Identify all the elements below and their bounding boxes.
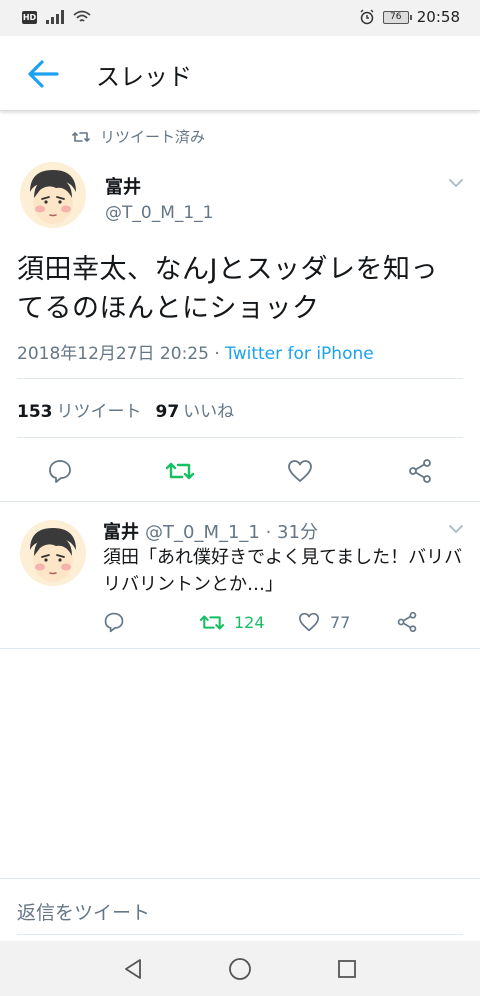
author-handle[interactable]: @T_0_M_1_1 <box>105 203 214 223</box>
divider <box>17 378 463 379</box>
tweet-stats: 153 リツイート 97 いいね <box>17 397 234 422</box>
retweet-icon <box>72 131 90 142</box>
page-title: スレッド <box>96 63 192 91</box>
nav-recents-icon <box>338 960 356 978</box>
app-header: スレッド <box>0 36 480 111</box>
status-time: 20:58 <box>416 8 460 26</box>
nav-back-icon <box>125 959 141 979</box>
tweet-meta: 2018年12月27日 20:25 · Twitter for iPhone <box>17 339 374 364</box>
divider <box>17 934 463 935</box>
retweet-stat-label: リツイート <box>56 402 142 422</box>
chevron-down-icon[interactable] <box>448 524 464 534</box>
retweet-button[interactable] <box>161 452 199 490</box>
reply-author-name[interactable]: 富井 <box>103 522 139 543</box>
avatar[interactable] <box>20 520 86 586</box>
tweet-timestamp: 2018年12月27日 20:25 <box>17 344 209 364</box>
reply-header: 富井 @T_0_M_1_1 · 31分 <box>103 518 318 544</box>
retweet-indicator-label: リツイート済み <box>100 128 206 146</box>
hd-badge: HD <box>22 10 37 24</box>
back-button[interactable] <box>24 55 62 93</box>
reply-time: · 31分 <box>259 522 318 543</box>
nav-home-icon <box>229 958 251 980</box>
reply-text: 須田「あれ僕好きでよく見てました！バリバリバリントンとか…」 <box>103 547 463 595</box>
share-icon <box>397 611 417 633</box>
tweet-source[interactable]: Twitter for iPhone <box>225 344 374 364</box>
tweet-action-bar <box>0 452 480 490</box>
retweet-icon <box>200 614 224 630</box>
nav-recents-button[interactable] <box>333 955 361 983</box>
nav-back-button[interactable] <box>119 955 147 983</box>
reply-retweet-button[interactable]: 124 <box>200 608 265 636</box>
signal-icon <box>46 10 64 24</box>
wifi-icon <box>73 10 91 22</box>
avatar[interactable] <box>20 162 86 228</box>
reply-compose-input[interactable]: 返信をツイート <box>17 898 150 925</box>
reply-button[interactable] <box>41 452 79 490</box>
like-stat-count: 97 <box>155 402 180 422</box>
nav-home-button[interactable] <box>226 955 254 983</box>
arrow-left-icon <box>28 60 59 88</box>
like-button[interactable] <box>281 452 319 490</box>
battery-icon: 76 <box>382 10 412 24</box>
alarm-icon <box>360 9 374 25</box>
status-bar: HD 76 20:58 <box>0 0 480 36</box>
divider <box>0 878 480 879</box>
chevron-down-icon[interactable] <box>448 178 464 188</box>
retweet-indicator: リツイート済み <box>72 126 205 147</box>
share-button[interactable] <box>401 452 439 490</box>
reply-like-count: 77 <box>330 612 351 632</box>
reply-action-bar: 124 77 <box>0 608 480 636</box>
divider <box>0 648 480 649</box>
like-stat[interactable]: 97 いいね <box>156 397 235 422</box>
reply-author-handle[interactable]: @T_0_M_1_1 <box>145 522 260 543</box>
heart-icon <box>299 612 319 632</box>
reply-share-button[interactable] <box>396 608 418 636</box>
system-nav-bar <box>0 941 480 996</box>
reply-reply-button[interactable] <box>103 608 125 636</box>
reply-icon <box>104 612 124 633</box>
heart-icon <box>288 460 312 482</box>
reply-retweet-count: 124 <box>234 612 265 632</box>
reply-like-button[interactable]: 77 <box>298 608 350 636</box>
like-stat-label: いいね <box>183 402 235 422</box>
divider <box>0 501 480 502</box>
meta-separator: · <box>208 344 226 364</box>
divider <box>17 437 463 438</box>
retweet-stat-count: 153 <box>17 402 53 422</box>
retweet-stat[interactable]: 153 リツイート <box>17 397 142 422</box>
author-name[interactable]: 富井 <box>105 173 141 199</box>
share-icon <box>409 459 431 483</box>
tweet-text: 須田幸太、なんJとスッダレを知ってるのほんとにショック <box>17 254 438 324</box>
reply-icon <box>49 460 71 483</box>
retweet-icon <box>166 462 194 480</box>
